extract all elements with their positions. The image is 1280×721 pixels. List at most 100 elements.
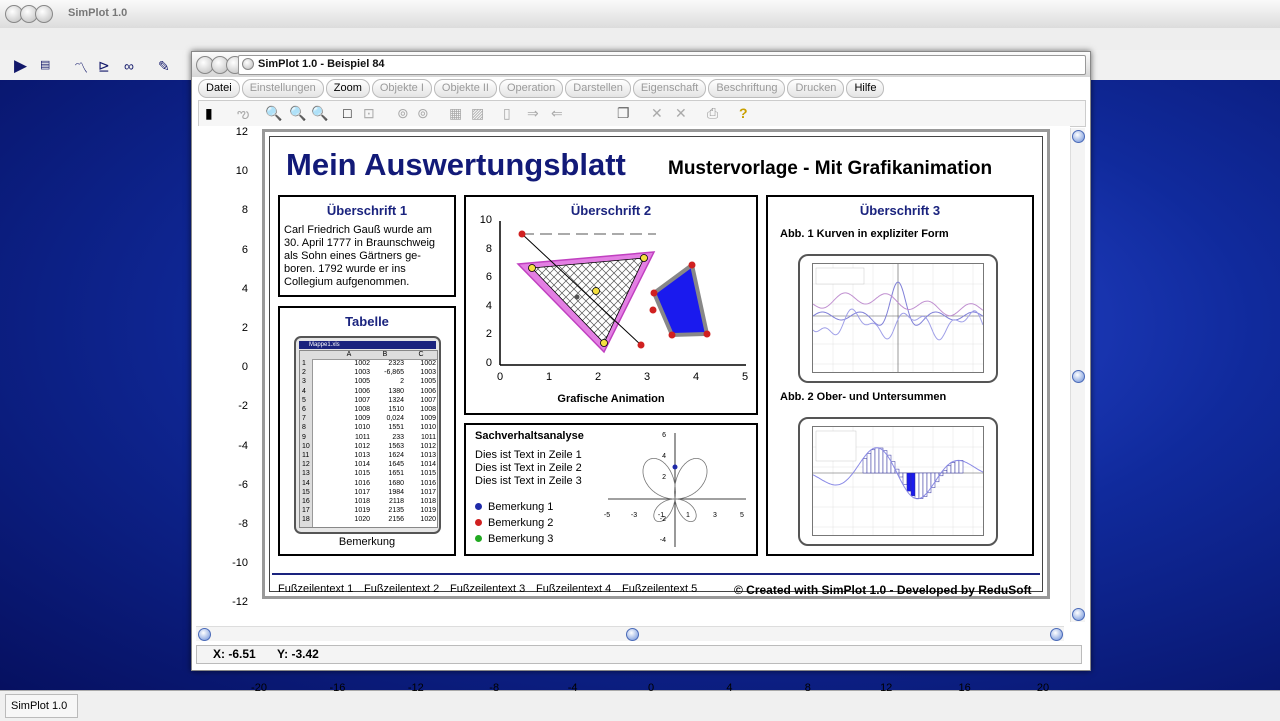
- table-cell[interactable]: 1018: [330, 498, 370, 506]
- image-icon[interactable]: ▨: [471, 105, 484, 121]
- table-cell[interactable]: 1645: [374, 461, 404, 469]
- table-cell[interactable]: 1651: [374, 470, 404, 478]
- taskbar-item-simplot[interactable]: SimPlot 1.0: [5, 694, 78, 718]
- table-cell[interactable]: 1019: [406, 507, 436, 515]
- table-cell[interactable]: 1005: [330, 378, 370, 386]
- chart-window-icon[interactable]: ▤: [40, 58, 50, 71]
- table-cell[interactable]: 1006: [330, 388, 370, 396]
- menu-operation[interactable]: Operation: [498, 79, 564, 98]
- table-icon[interactable]: ▦: [449, 105, 462, 121]
- table-cell[interactable]: 1018: [406, 498, 436, 506]
- table-cell[interactable]: 1324: [374, 397, 404, 405]
- table-cell[interactable]: 2135: [374, 507, 404, 515]
- vertical-scrollbar[interactable]: [1070, 128, 1085, 622]
- fit-icon[interactable]: ⊡: [363, 105, 375, 121]
- table-cell[interactable]: 1002: [330, 360, 370, 368]
- parametric-plot-icon[interactable]: ⊵: [98, 58, 110, 75]
- table-cell[interactable]: 2: [374, 378, 404, 386]
- table-cell[interactable]: 2156: [374, 516, 404, 524]
- scroll-right-icon[interactable]: [1050, 628, 1063, 641]
- zoom-reset-icon[interactable]: 🔍: [289, 105, 306, 121]
- scroll-thumb[interactable]: [1072, 370, 1085, 383]
- table-cell[interactable]: 1003: [406, 369, 436, 377]
- table-cell[interactable]: 1011: [406, 434, 436, 442]
- pages-icon[interactable]: ❐: [617, 105, 630, 121]
- glasses-icon[interactable]: ఌ: [237, 105, 249, 121]
- table-cell[interactable]: 1010: [406, 424, 436, 432]
- menu-objekte-i[interactable]: Objekte I: [371, 79, 432, 98]
- window-controls[interactable]: [5, 5, 53, 23]
- table-cell[interactable]: 1551: [374, 424, 404, 432]
- table-cell[interactable]: 2118: [374, 498, 404, 506]
- paste-view-icon[interactable]: ⊚: [417, 105, 429, 121]
- menu-darstellen[interactable]: Darstellen: [565, 79, 631, 98]
- table-cell[interactable]: 1002: [406, 360, 436, 368]
- rectangle-icon[interactable]: □: [343, 105, 351, 121]
- zoom-out-icon[interactable]: 🔍: [265, 105, 282, 121]
- play-icon[interactable]: ▶: [14, 56, 27, 76]
- menu-beschriftung[interactable]: Beschriftung: [708, 79, 786, 98]
- table-cell[interactable]: 1015: [406, 470, 436, 478]
- layer-icon[interactable]: ▯: [503, 105, 511, 121]
- menu-drucken[interactable]: Drucken: [787, 79, 845, 98]
- table-cell[interactable]: 1510: [374, 406, 404, 414]
- table-cell[interactable]: 1015: [330, 470, 370, 478]
- table-cell[interactable]: 1014: [406, 461, 436, 469]
- table-cell[interactable]: 1016: [330, 480, 370, 488]
- table-cell[interactable]: 233: [374, 434, 404, 442]
- device-icon[interactable]: ▮: [205, 105, 213, 121]
- delete-icon[interactable]: ✕: [651, 105, 663, 121]
- menu-eigenschaft[interactable]: Eigenschaft: [632, 79, 707, 98]
- maximize-icon[interactable]: [35, 5, 53, 23]
- table-cell[interactable]: 1012: [330, 443, 370, 451]
- table-cell[interactable]: 1380: [374, 388, 404, 396]
- table-cell[interactable]: 1017: [330, 489, 370, 497]
- menu-hilfe[interactable]: Hilfe: [846, 79, 885, 98]
- table-cell[interactable]: 1020: [406, 516, 436, 524]
- table-cell[interactable]: 1007: [330, 397, 370, 405]
- table-cell[interactable]: -6,865: [374, 369, 404, 377]
- menu-einstellungen[interactable]: Einstellungen: [241, 79, 324, 98]
- table-cell[interactable]: 0,024: [374, 415, 404, 423]
- scroll-thumb[interactable]: [626, 628, 639, 641]
- table-cell[interactable]: 2323: [374, 360, 404, 368]
- zoom-in-icon[interactable]: 🔍: [311, 105, 328, 121]
- table-cell[interactable]: 1020: [330, 516, 370, 524]
- table-cell[interactable]: 1013: [330, 452, 370, 460]
- horizontal-scrollbar[interactable]: [196, 626, 1064, 641]
- menu-objekte-ii[interactable]: Objekte II: [433, 79, 497, 98]
- table-cell[interactable]: 1010: [330, 424, 370, 432]
- table-cell[interactable]: 1006: [406, 388, 436, 396]
- construct-icon[interactable]: ✎: [158, 58, 170, 75]
- table-cell[interactable]: 1005: [406, 378, 436, 386]
- table-cell[interactable]: 1013: [406, 452, 436, 460]
- window-titlebar[interactable]: SimPlot 1.0 - Beispiel 84: [192, 52, 1090, 77]
- scroll-up-icon[interactable]: [1072, 130, 1085, 143]
- table-cell[interactable]: 1012: [406, 443, 436, 451]
- table-cell[interactable]: 1007: [406, 397, 436, 405]
- table-cell[interactable]: 1008: [330, 406, 370, 414]
- table-cell[interactable]: 1984: [374, 489, 404, 497]
- menu-datei[interactable]: Datei: [198, 79, 240, 98]
- table-cell[interactable]: 1003: [330, 369, 370, 377]
- scroll-down-icon[interactable]: [1072, 608, 1085, 621]
- print-icon[interactable]: ⎙: [707, 105, 718, 121]
- copy-view-icon[interactable]: ⊚: [397, 105, 409, 121]
- scroll-left-icon[interactable]: [198, 628, 211, 641]
- table-cell[interactable]: 1009: [330, 415, 370, 423]
- table-cell[interactable]: 1016: [406, 480, 436, 488]
- table-cell[interactable]: 1624: [374, 452, 404, 460]
- arrow-right-icon[interactable]: ⇒: [527, 105, 539, 121]
- table-cell[interactable]: 1008: [406, 406, 436, 414]
- window-controls[interactable]: [196, 56, 244, 74]
- table-cell[interactable]: 1019: [330, 507, 370, 515]
- delete-all-icon[interactable]: ✕: [675, 105, 687, 121]
- table-cell[interactable]: 1563: [374, 443, 404, 451]
- plot-area[interactable]: 12 10 8 6 4 2 0 -2 -4 -6 -8 -10 -12 -20 -16 -12 -8 -4 0 4 8…: [196, 126, 1070, 694]
- table-cell[interactable]: 1009: [406, 415, 436, 423]
- polar-plot-icon[interactable]: ∞: [124, 58, 134, 74]
- help-icon[interactable]: ?: [739, 105, 748, 121]
- table-cell[interactable]: 1680: [374, 480, 404, 488]
- table-cell[interactable]: 1017: [406, 489, 436, 497]
- menu-zoom[interactable]: Zoom: [325, 79, 370, 98]
